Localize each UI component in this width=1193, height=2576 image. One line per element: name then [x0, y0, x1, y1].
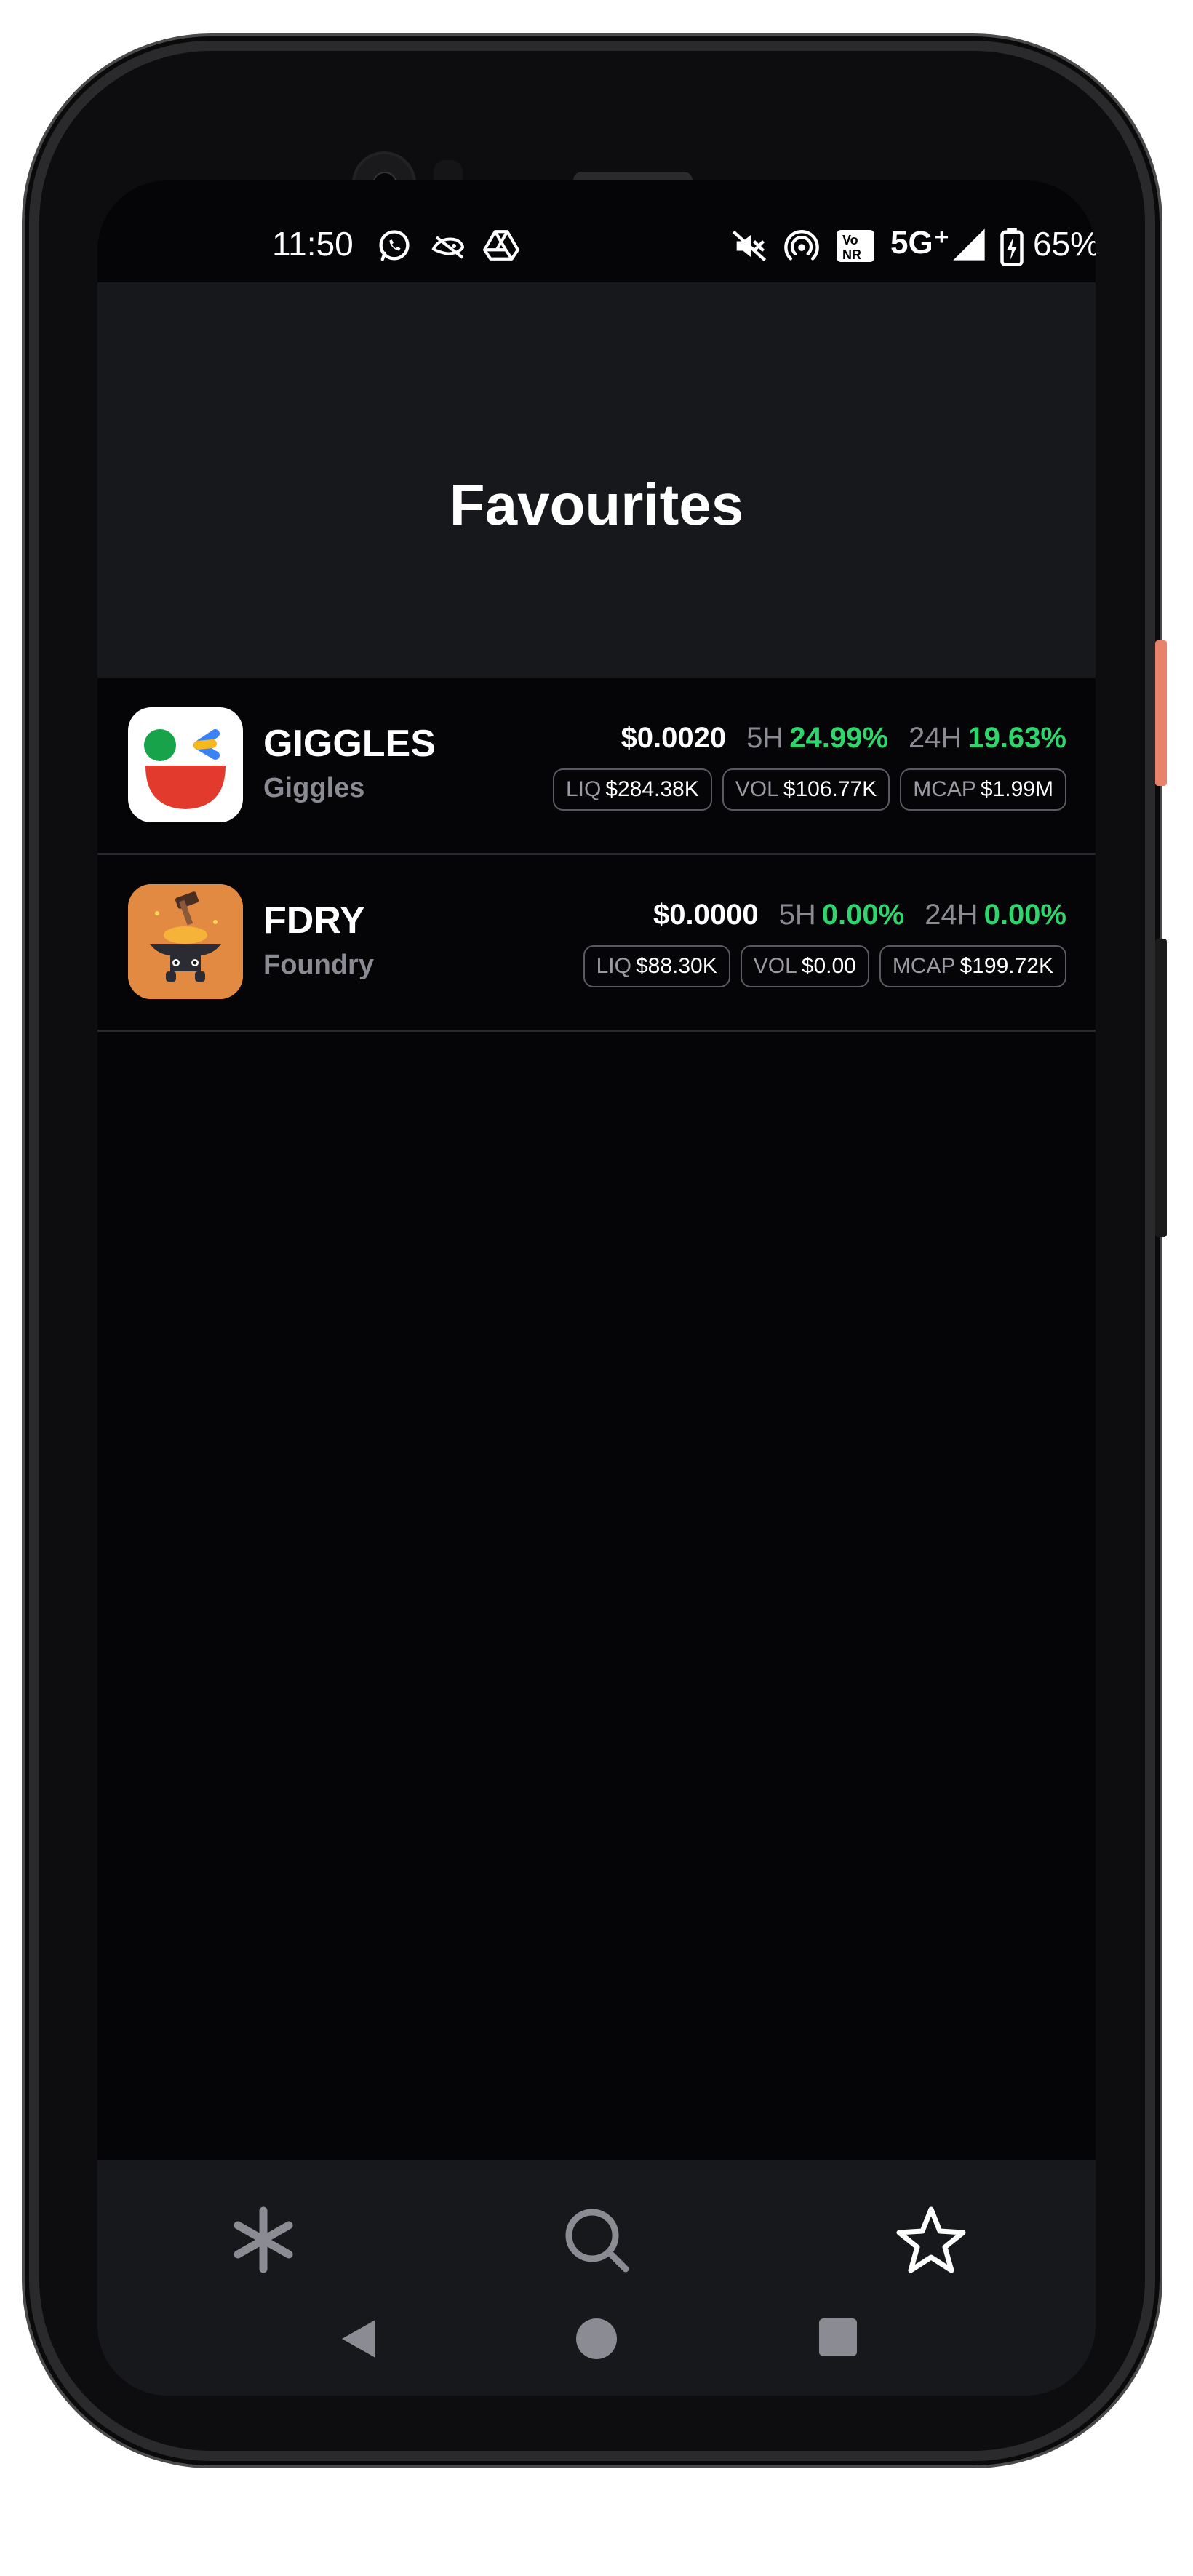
token-stats: LIQ $284.38K VOL $106.77K MCAP $1.99M	[552, 768, 1066, 811]
token-row-fdry[interactable]: FDRY Foundry $0.0000 5H 0.00% 24H 0.00% LIQ $…	[97, 855, 1096, 1032]
market-cap-badge: MCAP $1.99M	[900, 768, 1066, 811]
back-icon[interactable]	[338, 2317, 378, 2361]
network-type: 5G⁺	[890, 225, 950, 261]
change-24h-value: 19.63%	[967, 722, 1066, 754]
token-name: Foundry	[263, 950, 374, 980]
bird-icon	[431, 236, 465, 259]
market-cap-badge: MCAP $199.72K	[879, 945, 1066, 987]
svg-text:Vo: Vo	[842, 233, 858, 247]
token-name: Giggles	[263, 773, 365, 803]
foundry-logo	[128, 884, 243, 999]
change-5h-value: 24.99%	[789, 722, 888, 754]
power-button	[1155, 640, 1167, 786]
svg-text:NR: NR	[842, 247, 861, 262]
page-title: Favourites	[449, 472, 744, 537]
volume-value: $0.00	[801, 954, 856, 978]
market-cap-value: $199.72K	[959, 954, 1053, 978]
bottom-nav	[97, 2160, 1096, 2396]
vonr-icon: VoNR	[837, 230, 874, 262]
battery-charging-icon	[1000, 228, 1024, 266]
liquidity-badge: LIQ $284.38K	[552, 768, 712, 811]
header: Favourites	[97, 282, 1096, 678]
liquidity-badge: LIQ $88.30K	[583, 945, 730, 987]
liquidity-label: LIQ	[596, 954, 631, 978]
mute-icon	[732, 230, 767, 262]
token-row-giggles[interactable]: GIGGLES Giggles $0.0020 5H 24.99% 24H 19.63%…	[97, 678, 1096, 855]
volume-value: $106.77K	[783, 777, 877, 801]
token-symbol: FDRY	[263, 899, 365, 942]
giggles-logo	[128, 707, 243, 822]
asterisk-icon[interactable]	[227, 2203, 300, 2276]
change-24h-label: 24H	[925, 899, 978, 931]
change-5h-value: 0.00%	[821, 899, 905, 931]
star-icon[interactable]	[895, 2203, 967, 2276]
token-stats: LIQ $88.30K VOL $0.00 MCAP $199.72K	[583, 945, 1066, 987]
hotspot-icon	[784, 230, 819, 261]
change-5h-label: 5H	[746, 722, 784, 754]
status-bar: 11:50 Vo NR 5G⁺ 65%	[97, 180, 1096, 282]
drive-icon	[483, 230, 519, 261]
signal-icon	[953, 228, 985, 261]
search-icon[interactable]	[560, 2203, 633, 2276]
market-cap-label: MCAP	[913, 777, 976, 801]
whatsapp-icon	[379, 230, 410, 261]
token-metrics: $0.0020 5H 24.99% 24H 19.63%	[621, 722, 1066, 755]
app-screen: Favourites 11:50 Vo NR 5G⁺ 65% GIGGLES Gi…	[97, 180, 1096, 2396]
token-price: $0.0000	[653, 899, 759, 931]
change-5h-label: 5H	[778, 899, 816, 931]
market-cap-label: MCAP	[892, 954, 956, 978]
market-cap-value: $1.99M	[980, 777, 1053, 801]
liquidity-value: $88.30K	[635, 954, 717, 978]
recents-icon[interactable]	[818, 2317, 858, 2358]
battery-percent: 65%	[1033, 225, 1096, 263]
status-time: 11:50	[272, 225, 354, 263]
volume-button	[1155, 939, 1167, 1237]
change-24h-value: 0.00%	[983, 899, 1066, 931]
volume-label: VOL	[735, 777, 779, 801]
volume-label: VOL	[753, 954, 797, 978]
home-icon[interactable]	[575, 2317, 618, 2361]
liquidity-label: LIQ	[565, 777, 602, 801]
token-symbol: GIGGLES	[263, 723, 436, 765]
volume-badge: VOL $0.00	[740, 945, 869, 987]
liquidity-value: $284.38K	[605, 777, 699, 801]
token-metrics: $0.0000 5H 0.00% 24H 0.00%	[653, 899, 1066, 931]
change-24h-label: 24H	[908, 722, 962, 754]
token-price: $0.0020	[621, 722, 727, 754]
volume-badge: VOL $106.77K	[722, 768, 890, 811]
